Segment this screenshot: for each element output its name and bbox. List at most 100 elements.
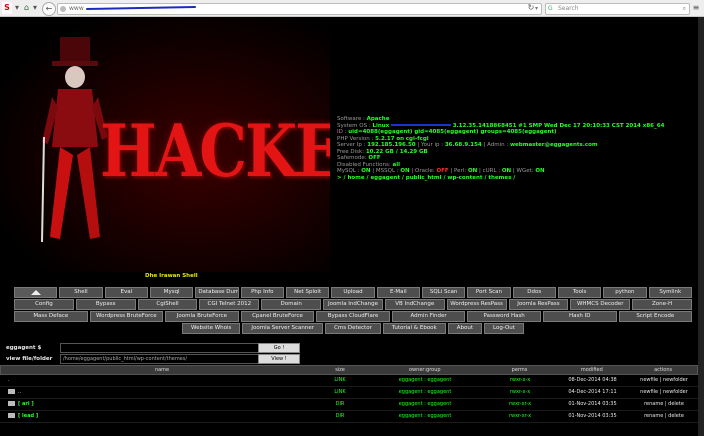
file-perms: rwxr-xr-x [508, 413, 532, 419]
back-icon[interactable]: ← [42, 2, 56, 16]
file-actions[interactable]: newfile | newfolder [630, 387, 698, 398]
file-modified: 04-Dec-2014 17:11 [568, 389, 617, 395]
menu-button-vb-indchange[interactable]: VB IndChange [384, 299, 445, 310]
browser-toolbar: S ▾ ⌂ ▾ ← www ▾ ↻ G Search ⌕ ≡ [0, 0, 704, 17]
menu-button-config[interactable]: Config [14, 299, 74, 310]
menu-button-password-hash[interactable]: Password Hash [467, 311, 541, 322]
file-name-cell[interactable]: [ lead ] [0, 411, 315, 422]
table-row: . LINK eggagent : eggagent rwxr-x-x 08-Dec-2… [0, 375, 698, 387]
file-name[interactable]: [ ari ] [18, 401, 34, 407]
file-name-cell[interactable]: [ ari ] [0, 399, 315, 410]
col-name: name [154, 367, 170, 373]
menu-button-log-out[interactable]: Log-Out [484, 323, 524, 334]
path-breadcrumb[interactable]: > / home / eggagent / public_html / wp-c… [337, 175, 664, 182]
menu-button-port-scan[interactable]: Port Scan [467, 287, 511, 298]
menu-button-cpanel-bruteforce[interactable]: Cpanel BruteForce [240, 311, 315, 322]
file-name-cell[interactable]: .. [0, 387, 315, 398]
home-icon[interactable]: ⌂ [22, 2, 31, 14]
menu-button-mass-deface[interactable]: Mass Deface [14, 311, 88, 322]
menu-button-website-whois[interactable]: Website Whois [182, 323, 241, 334]
menu-button-php-info[interactable]: Php Info [240, 287, 284, 298]
folder-icon [8, 401, 15, 406]
tool-menu: Shell Eval Mysql Database Dump Php Info Net S… [14, 287, 694, 335]
menu-button-eval[interactable]: Eval [104, 287, 148, 298]
scrollbar[interactable] [698, 17, 704, 436]
menu-row-3: Mass Deface Wordpress BruteForce Joomla Br… [14, 311, 694, 322]
search-icon[interactable]: ⌕ [683, 4, 686, 14]
menu-button-bypass[interactable]: Bypass [75, 299, 136, 310]
file-name[interactable]: .. [18, 389, 21, 395]
menu-button-symlink[interactable]: Symlink [648, 287, 692, 298]
reload-icon[interactable]: ↻ [527, 2, 535, 14]
menu-button-wordpress-bruteforce[interactable]: Wordpress BruteForce [89, 311, 164, 322]
menu-button-mysql[interactable]: Mysql [149, 287, 194, 298]
menu-button-database-dump[interactable]: Database Dump [195, 287, 239, 298]
globe-icon [60, 6, 66, 12]
menu-icon[interactable]: ≡ [692, 2, 700, 14]
menu-button-cms-detector[interactable]: Cms Detector [325, 323, 381, 334]
chevron-down-icon[interactable]: ▾ [32, 2, 38, 14]
menu-button-upload[interactable]: Upload [331, 287, 375, 298]
file-name-cell[interactable]: . [0, 375, 315, 386]
menu-button-tools[interactable]: Tools [557, 287, 602, 298]
file-table: name size owner:group perms modified act… [0, 365, 698, 423]
url-text: www [69, 5, 84, 12]
col-actions: actions [654, 367, 673, 373]
hero-banner: HACKED [0, 17, 330, 272]
view-path-input[interactable]: /home/eggagent/public_html/wp-content/th… [60, 354, 260, 364]
menu-button-about[interactable]: About [447, 323, 482, 334]
page-content: HACKED Dhe Irawan Shell Software : Apach… [0, 17, 704, 436]
menu-row-4: Website Whois Joomla Server Scanner Cms De… [14, 323, 694, 334]
menu-button-tutorial-ebook[interactable]: Tutorial & Ebook [382, 323, 446, 334]
menu-button-joomla-respass[interactable]: Joomla ResPass [508, 299, 569, 310]
menu-button-zone-h[interactable]: Zone-H [632, 299, 692, 310]
dropdown-icon[interactable]: ▾ [535, 4, 538, 14]
file-name[interactable]: [ lead ] [18, 413, 38, 419]
file-actions[interactable]: newfile | newfolder [630, 375, 698, 386]
col-owner: owner:group [409, 367, 441, 373]
hacked-title: HACKED [100, 110, 330, 194]
menu-button-bypass-cloudflare[interactable]: Bypass CloudFlare [316, 311, 390, 322]
menu-button-admin-finder[interactable]: Admin Finder [391, 311, 466, 322]
menu-button-joomla-indchange[interactable]: Joomla IndChange [323, 299, 383, 310]
menu-button-script-encode[interactable]: Script Encode [618, 311, 693, 322]
address-bar[interactable]: www ▾ [57, 3, 542, 15]
file-actions[interactable]: rename | delete [630, 399, 698, 410]
menu-button-sqli-scan[interactable]: SQLi Scan [421, 287, 466, 298]
menu-button-ddos[interactable]: Ddos [512, 287, 556, 298]
table-row: .. LINK eggagent : eggagent rwxr-x-x 04-Dec-… [0, 387, 698, 399]
col-modified: modified [580, 367, 603, 373]
home-button[interactable] [14, 287, 58, 298]
menu-button-net-sploit[interactable]: Net Sploit [285, 287, 330, 298]
menu-button-joomla-server-scanner[interactable]: Joomla Server Scanner [242, 323, 324, 334]
file-size: LINK [334, 389, 346, 395]
tab-favicon-icon[interactable]: S [2, 2, 12, 14]
menu-button-python[interactable]: python [603, 287, 647, 298]
search-box[interactable]: G Search ⌕ [545, 3, 690, 15]
folder-icon [8, 413, 15, 418]
file-perms: rwxr-xr-x [508, 401, 532, 407]
menu-button-hash-id[interactable]: Hash ID [542, 311, 617, 322]
chevron-down-icon[interactable]: ▾ [14, 2, 20, 14]
view-button[interactable]: View ! [258, 354, 300, 364]
cmd-input[interactable] [60, 343, 260, 353]
menu-button-cgi-telnet-2012[interactable]: CGI Telnet 2012 [199, 299, 260, 310]
menu-button-wordpress-respass[interactable]: Wordpress ResPass [446, 299, 507, 310]
col-size: size [335, 367, 345, 373]
menu-button-whmcs-decoder[interactable]: WHMCS Decoder [570, 299, 631, 310]
menu-button-cgishell[interactable]: CgiShell [137, 299, 198, 310]
menu-button-e-mail[interactable]: E-Mail [376, 287, 420, 298]
file-name[interactable]: . [8, 377, 10, 383]
home-icon [30, 290, 41, 295]
folder-icon [8, 389, 15, 394]
file-actions[interactable]: rename | delete [630, 411, 698, 422]
menu-button-joomla-bruteforce[interactable]: Joomla BruteForce [165, 311, 239, 322]
file-size: DIR [335, 401, 345, 407]
menu-row-2: Config Bypass CgiShell CGI Telnet 2012 Domai… [14, 299, 694, 310]
menu-button-domain[interactable]: Domain [261, 299, 322, 310]
server-info: Software : Apache System OS : Linux 3.12… [337, 116, 664, 181]
go-button[interactable]: Go ! [258, 343, 300, 353]
menu-button-shell[interactable]: Shell [59, 287, 103, 298]
file-owner: eggagent : eggagent [398, 377, 452, 383]
view-label: view file/folder [6, 356, 53, 362]
